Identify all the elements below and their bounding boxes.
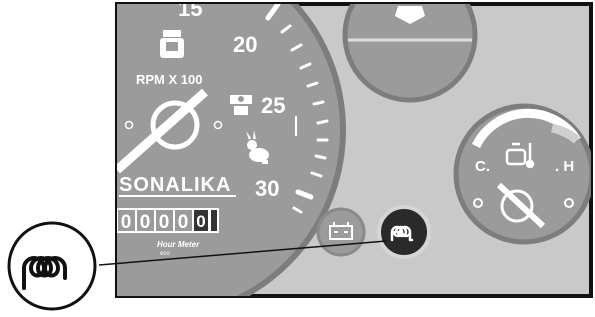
glow-plug-callout [7, 221, 97, 311]
dashboard-illustration: 15 20 25 30 RPM X 100 SONALIKA 0 0 0 0 0… [0, 0, 595, 312]
hour-meter-digit: 0 [140, 212, 151, 233]
hour-meter: 0 0 0 0 0 [117, 208, 219, 233]
brand-logo: SONALIKA [119, 174, 231, 196]
glow-plug-lamp [377, 205, 431, 259]
temp-hot-label: . H [555, 158, 574, 175]
hour-meter-digit: 0 [196, 212, 205, 231]
hour-meter-digit: 0 [121, 212, 132, 233]
hour-meter-digit: 0 [159, 212, 170, 233]
tick-label-20: 20 [233, 32, 257, 57]
tick-label-30: 30 [255, 176, 279, 201]
rpm-unit-label: RPM X 100 [136, 72, 202, 87]
hour-meter-digit: 0 [178, 212, 189, 233]
svg-text:Hour Meter: Hour Meter [157, 240, 200, 249]
temp-cold-label: C. [475, 158, 490, 175]
temperature-gauge: C. . H [453, 103, 591, 245]
eco-badge: eco [160, 251, 170, 257]
battery-warning-lamp [316, 207, 366, 257]
engine-icon [160, 30, 184, 58]
tick-label-25: 25 [261, 93, 285, 118]
